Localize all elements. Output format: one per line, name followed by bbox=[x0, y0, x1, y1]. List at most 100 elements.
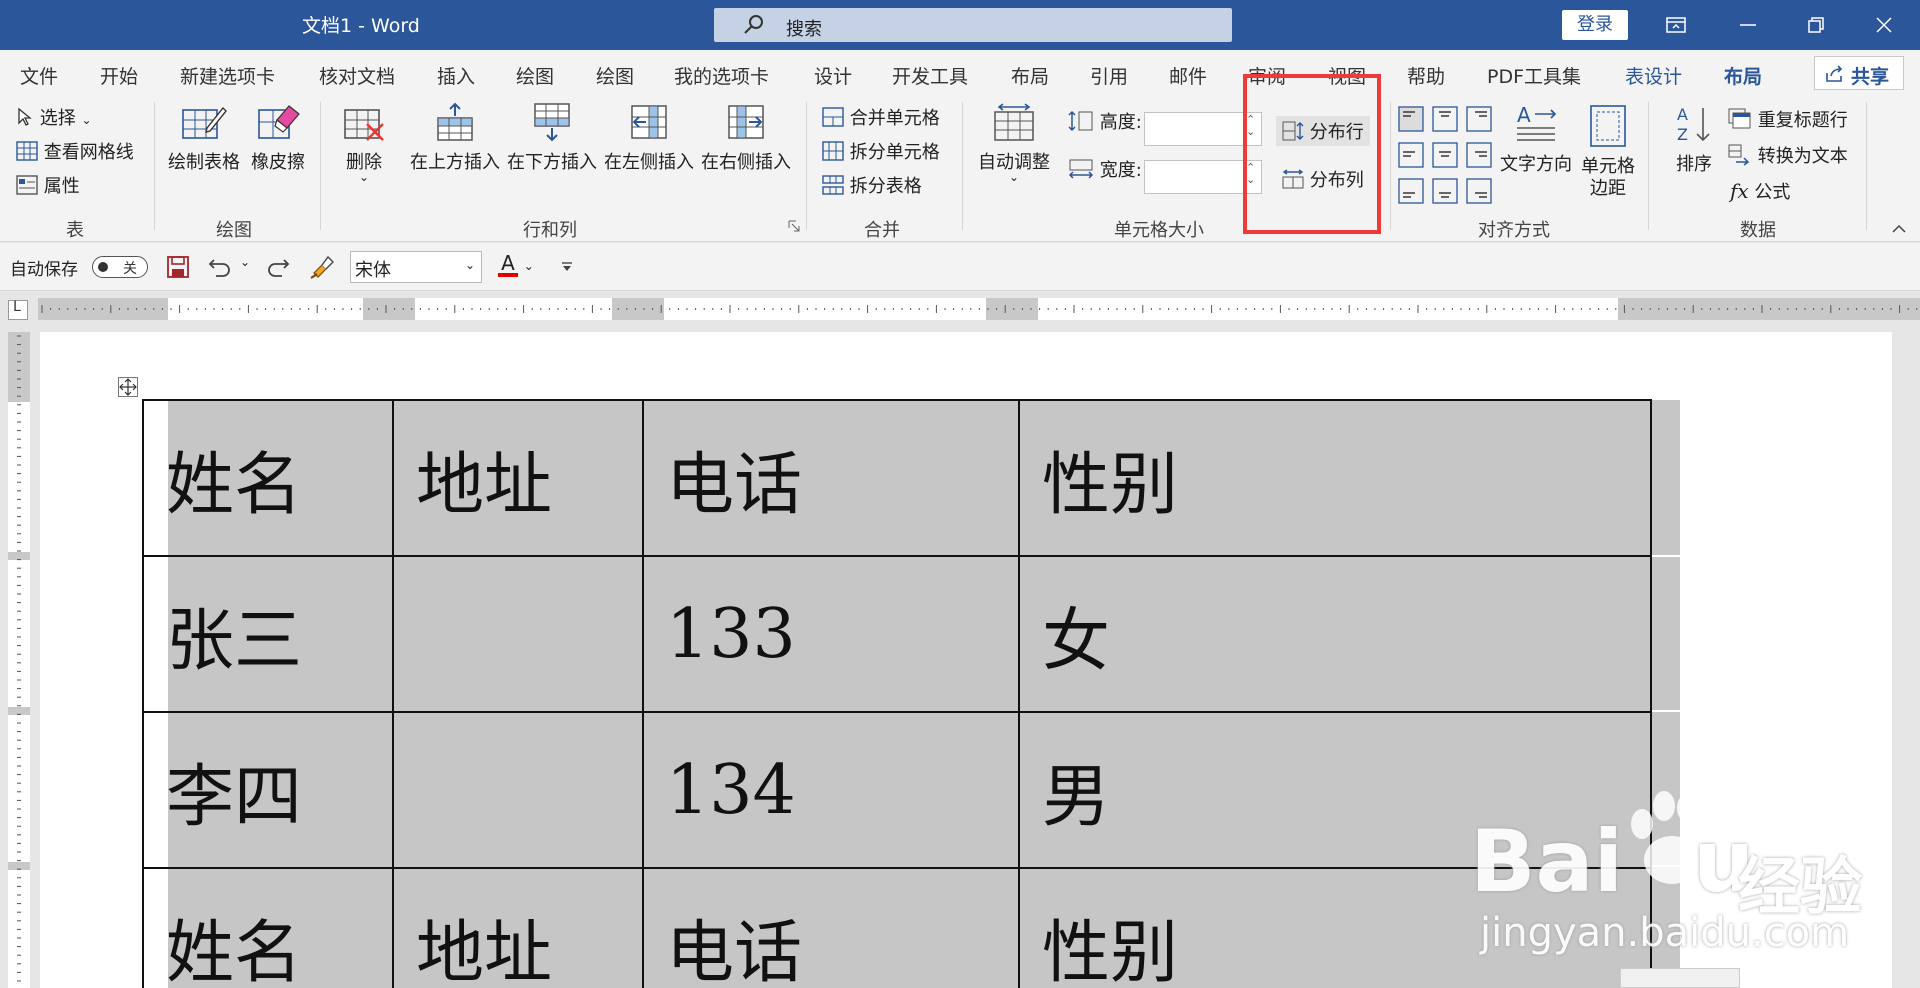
tab-check-document[interactable]: 核对文档 bbox=[319, 62, 395, 89]
table-cell[interactable]: 133 bbox=[642, 555, 1020, 713]
sort-label: 排序 bbox=[1676, 154, 1712, 175]
text-direction-button[interactable]: A 文字方向 bbox=[1496, 103, 1576, 184]
row-height-icon bbox=[1068, 110, 1093, 132]
align-bottom-center-icon[interactable] bbox=[1432, 178, 1458, 204]
split-table-label: 拆分表格 bbox=[849, 176, 922, 197]
insert-above-button[interactable]: 在上方插入 bbox=[408, 102, 502, 182]
draw-table-button[interactable]: 绘制表格 bbox=[168, 102, 240, 182]
ruler-ticks bbox=[41, 305, 1918, 313]
collapse-ribbon-icon[interactable] bbox=[1892, 224, 1906, 234]
group-label-data: 数据 bbox=[1740, 220, 1776, 241]
align-middle-right-icon[interactable] bbox=[1466, 142, 1492, 168]
table-cell[interactable]: 性别 bbox=[1018, 399, 1652, 557]
horizontal-ruler[interactable] bbox=[38, 298, 1920, 320]
align-middle-left-icon[interactable] bbox=[1398, 142, 1424, 168]
cell-margins-label-2: 边距 bbox=[1590, 178, 1626, 199]
close-button[interactable] bbox=[1856, 0, 1912, 50]
search-box[interactable]: 搜索 bbox=[714, 8, 1232, 42]
table-cell[interactable]: 地址 bbox=[392, 399, 644, 557]
title-bar: 文档1 - Word 搜索 登录 bbox=[0, 0, 1920, 50]
table-cell[interactable]: 地址 bbox=[392, 867, 644, 988]
split-table-button[interactable]: 拆分表格 bbox=[822, 172, 922, 198]
tab-selector[interactable]: L bbox=[8, 299, 28, 320]
chevron-down-icon: ⌄ bbox=[358, 170, 370, 184]
ribbon-display-button[interactable] bbox=[1648, 0, 1704, 50]
select-button[interactable]: 选择 ⌄ bbox=[16, 104, 92, 130]
tab-draw-2[interactable]: 绘图 bbox=[596, 62, 634, 89]
repeat-header-rows-button[interactable]: 重复标题行 bbox=[1728, 106, 1848, 132]
font-color-button[interactable]: A ⌄ bbox=[498, 253, 534, 277]
undo-icon[interactable] bbox=[208, 255, 232, 279]
separator bbox=[1390, 102, 1391, 230]
view-gridlines-button[interactable]: 查看网格线 bbox=[16, 138, 134, 164]
convert-to-text-icon bbox=[1728, 144, 1750, 166]
convert-to-text-button[interactable]: 转换为文本 bbox=[1728, 142, 1848, 168]
cell-margins-button[interactable]: 单元格 边距 bbox=[1578, 104, 1638, 204]
table-cell[interactable]: 张三 bbox=[142, 555, 394, 713]
align-top-center-icon[interactable] bbox=[1432, 106, 1458, 132]
chevron-down-icon[interactable]: ⌄ bbox=[240, 255, 250, 269]
align-top-right-icon[interactable] bbox=[1466, 106, 1492, 132]
insert-left-label: 在左侧插入 bbox=[604, 152, 694, 173]
tab-table-layout[interactable]: 布局 bbox=[1724, 62, 1763, 98]
merge-cells-button[interactable]: 合并单元格 bbox=[822, 104, 940, 130]
delete-button[interactable]: 删除 ⌄ bbox=[336, 102, 392, 202]
toggle-state: 关 bbox=[123, 261, 137, 277]
align-bottom-left-icon[interactable] bbox=[1398, 178, 1424, 204]
formula-button[interactable]: fx 公式 bbox=[1730, 178, 1790, 204]
autofit-button[interactable]: 自动调整 ⌄ bbox=[974, 102, 1054, 202]
group-label-rows-columns: 行和列 bbox=[523, 220, 577, 241]
table-cell[interactable]: 李四 bbox=[142, 711, 394, 869]
tab-design[interactable]: 设计 bbox=[814, 62, 852, 89]
customize-toolbar-icon[interactable] bbox=[560, 261, 574, 273]
split-cells-button[interactable]: 拆分单元格 bbox=[822, 138, 940, 164]
sort-button[interactable]: AZ 排序 bbox=[1664, 104, 1724, 184]
chevron-down-icon: ⌄ bbox=[523, 259, 534, 273]
login-button[interactable]: 登录 bbox=[1562, 10, 1628, 40]
align-middle-center-icon[interactable] bbox=[1432, 142, 1458, 168]
eraser-button[interactable]: 橡皮擦 bbox=[246, 102, 310, 182]
watermark-url: jingyan.baidu.com bbox=[1480, 910, 1850, 956]
tab-table-design[interactable]: 表设计 bbox=[1625, 62, 1682, 89]
table-cell[interactable] bbox=[392, 555, 644, 713]
table-resize-handle[interactable] bbox=[1620, 968, 1740, 988]
table-cell[interactable]: 姓名 bbox=[142, 399, 394, 557]
tab-layout[interactable]: 布局 bbox=[1011, 62, 1049, 89]
share-button[interactable]: 共享 bbox=[1814, 56, 1904, 90]
table-cell[interactable]: 女 bbox=[1018, 555, 1652, 713]
properties-button[interactable]: 属性 bbox=[16, 172, 80, 198]
insert-left-button[interactable]: 在左侧插入 bbox=[602, 102, 696, 182]
tab-developer[interactable]: 开发工具 bbox=[892, 62, 968, 89]
dialog-launcher-icon[interactable] bbox=[788, 220, 800, 232]
save-icon[interactable] bbox=[166, 255, 190, 279]
table-cell[interactable]: 电话 bbox=[642, 399, 1020, 557]
tab-insert[interactable]: 插入 bbox=[437, 62, 475, 89]
format-painter-icon[interactable] bbox=[308, 253, 336, 281]
table-cell[interactable]: 姓名 bbox=[142, 867, 394, 988]
align-top-left-icon[interactable] bbox=[1398, 106, 1424, 132]
vertical-ruler[interactable] bbox=[8, 332, 30, 988]
tab-my-tab[interactable]: 我的选项卡 bbox=[674, 62, 769, 89]
tab-mailings[interactable]: 邮件 bbox=[1169, 62, 1207, 89]
align-bottom-right-icon[interactable] bbox=[1466, 178, 1492, 204]
table-move-handle[interactable] bbox=[118, 377, 138, 397]
table-cell[interactable] bbox=[392, 711, 644, 869]
font-name-dropdown[interactable]: 宋体 ⌄ bbox=[350, 251, 482, 283]
redo-icon[interactable] bbox=[266, 255, 290, 279]
tab-file[interactable]: 文件 bbox=[20, 62, 58, 89]
insert-right-button[interactable]: 在右侧插入 bbox=[699, 102, 793, 182]
tab-references[interactable]: 引用 bbox=[1090, 62, 1128, 89]
autosave-toggle[interactable]: 关 bbox=[92, 256, 148, 278]
tab-new-tab[interactable]: 新建选项卡 bbox=[180, 62, 275, 89]
svg-text:A: A bbox=[1677, 105, 1688, 124]
tab-help[interactable]: 帮助 bbox=[1407, 62, 1445, 89]
tab-draw[interactable]: 绘图 bbox=[516, 62, 554, 89]
insert-below-button[interactable]: 在下方插入 bbox=[505, 102, 599, 182]
table-cell[interactable]: 134 bbox=[642, 711, 1020, 869]
tab-pdf-tools[interactable]: PDF工具集 bbox=[1487, 62, 1581, 89]
data-table[interactable]: 姓名 地址 电话 性别 张三 133 女李四 134 男姓名 地址 电话 性别 bbox=[142, 399, 1652, 988]
minimize-button[interactable] bbox=[1720, 0, 1776, 50]
table-cell[interactable]: 电话 bbox=[642, 867, 1020, 988]
tab-home[interactable]: 开始 bbox=[100, 62, 138, 89]
restore-button[interactable] bbox=[1788, 0, 1844, 50]
